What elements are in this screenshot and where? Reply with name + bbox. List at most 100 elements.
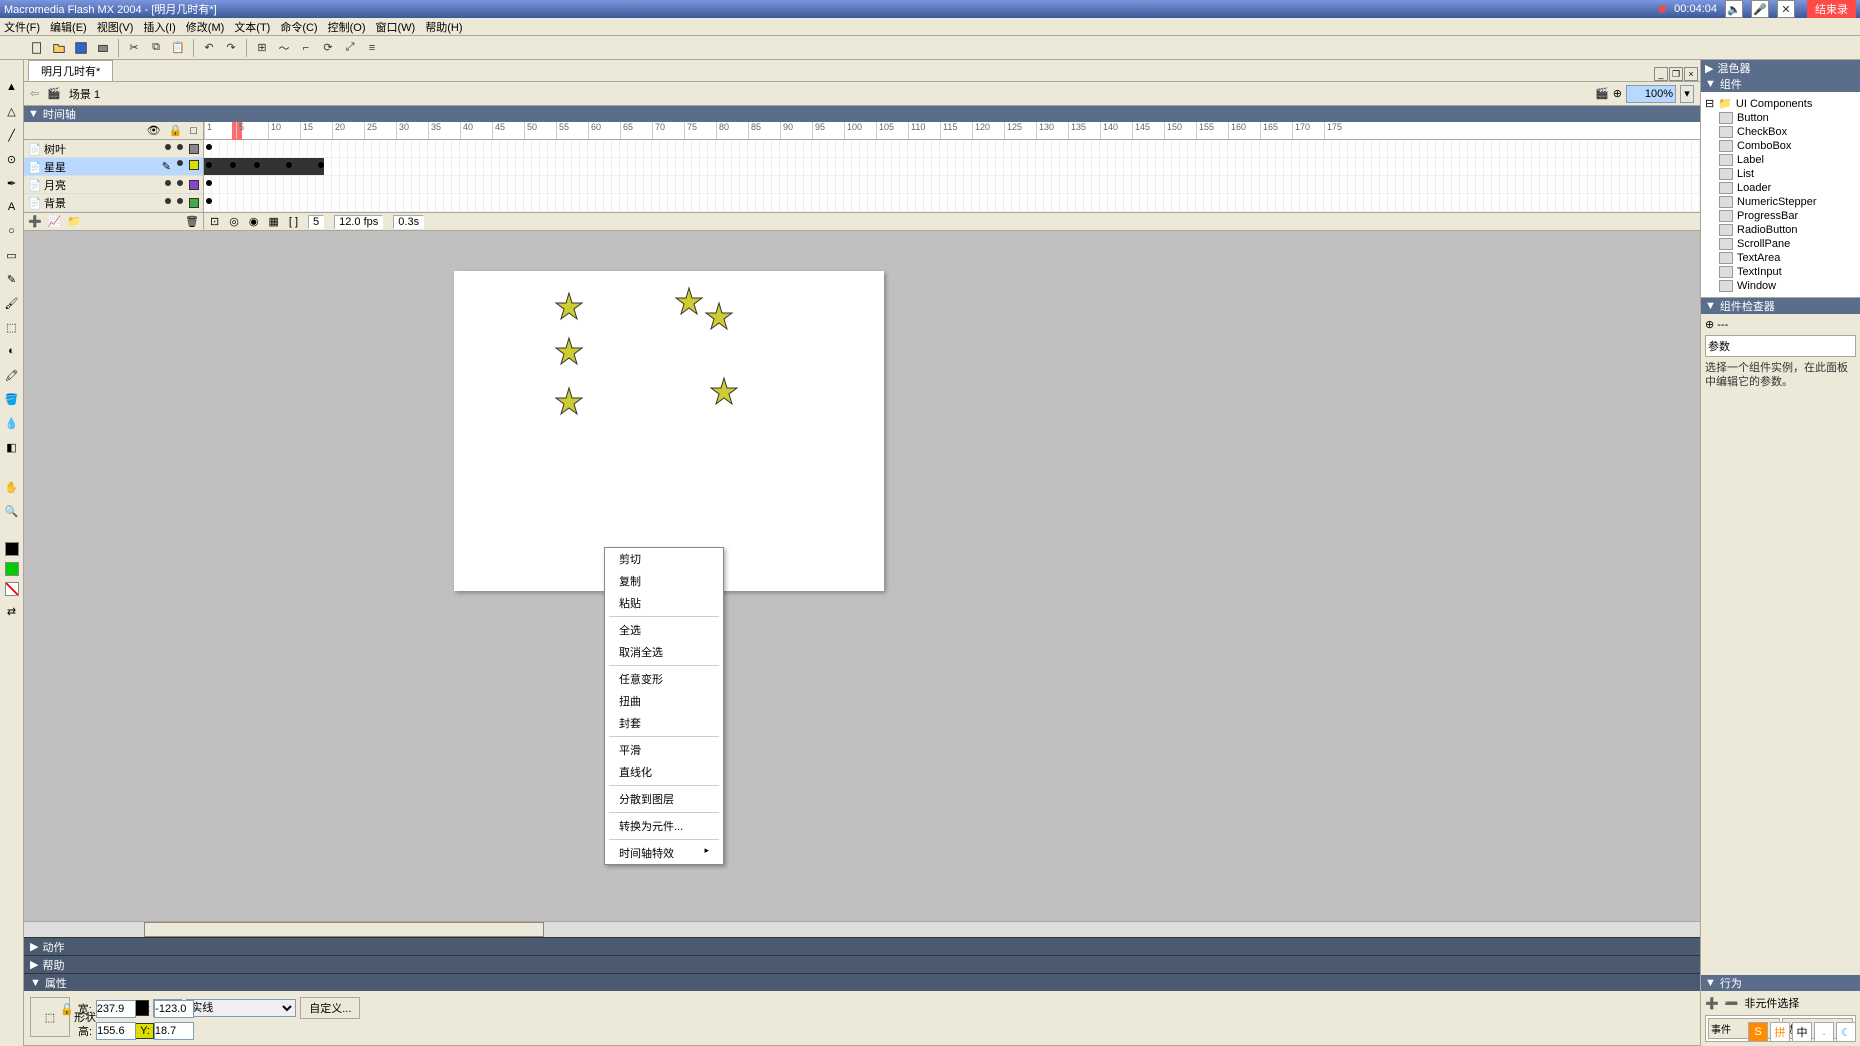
frame-track[interactable]	[204, 194, 1700, 212]
actions-panel-header[interactable]: ▶动作	[24, 937, 1700, 955]
ime-lang-button[interactable]: 中	[1792, 1022, 1812, 1042]
ctx-envelope[interactable]: 封套	[605, 712, 723, 734]
frame-track[interactable]	[204, 140, 1700, 158]
paint-bucket-tool-icon[interactable]: 🪣	[3, 390, 21, 408]
subselection-tool-icon[interactable]: △	[3, 102, 21, 120]
timeline-ruler[interactable]: 1510152025303540455055606570758085909510…	[204, 122, 1700, 140]
ctx-smooth[interactable]: 平滑	[605, 739, 723, 761]
ctx-deselect-all[interactable]: 取消全选	[605, 641, 723, 663]
component-item[interactable]: NumericStepper	[1705, 195, 1856, 209]
ime-shape-button[interactable]: ☾	[1836, 1022, 1856, 1042]
ctx-copy[interactable]: 复制	[605, 570, 723, 592]
component-item[interactable]: Loader	[1705, 181, 1856, 195]
onion-skin-outlines-icon[interactable]: ◉	[249, 215, 259, 228]
ctx-convert-to-symbol[interactable]: 转换为元件...	[605, 815, 723, 837]
star-shape[interactable]	[554, 386, 584, 416]
component-inspector-panel-header[interactable]: ▼组件检查器	[1701, 298, 1860, 314]
no-color-icon[interactable]	[5, 582, 19, 596]
zoom-dropdown-icon[interactable]: ▾	[1680, 85, 1694, 103]
smooth-icon[interactable]: ～	[275, 39, 293, 57]
stage[interactable]: 剪切 复制 粘贴 全选 取消全选 任意变形 扭曲 封套 平滑 直线化 分散到图层	[24, 231, 1700, 921]
star-shape[interactable]	[674, 286, 704, 316]
lasso-tool-icon[interactable]: ⊙	[3, 150, 21, 168]
frame-track[interactable]	[204, 158, 1700, 176]
doc-minimize-icon[interactable]: _	[1654, 67, 1668, 81]
add-folder-icon[interactable]: 📁	[67, 215, 81, 228]
component-item[interactable]: Label	[1705, 153, 1856, 167]
components-panel-header[interactable]: ▼组件	[1701, 76, 1860, 92]
straighten-icon[interactable]: ⌐	[297, 39, 315, 57]
scene-label[interactable]: 场景 1	[69, 86, 100, 102]
document-tab[interactable]: 明月几时有*	[28, 60, 113, 81]
layer-row[interactable]: 📄 背景	[24, 194, 203, 212]
free-transform-tool-icon[interactable]: ⬚	[3, 318, 21, 336]
menu-help[interactable]: 帮助(H)	[425, 19, 462, 35]
component-item[interactable]: ScrollPane	[1705, 237, 1856, 251]
ink-bottle-tool-icon[interactable]: 🖍	[3, 366, 21, 384]
stroke-color-swatch[interactable]	[5, 542, 19, 556]
center-frame-icon[interactable]: ⊡	[210, 215, 219, 228]
eyedropper-tool-icon[interactable]: 💧	[3, 414, 21, 432]
fill-transform-tool-icon[interactable]: ◐	[3, 342, 21, 360]
remove-behavior-icon[interactable]: ➖	[1725, 997, 1739, 1010]
menu-insert[interactable]: 插入(I)	[143, 19, 175, 35]
print-icon[interactable]	[94, 39, 112, 57]
y-input[interactable]	[154, 1022, 194, 1040]
edit-multiple-frames-icon[interactable]: ▦	[268, 215, 278, 228]
eye-column-icon[interactable]: 👁	[147, 124, 161, 137]
ctx-distribute-to-layers[interactable]: 分散到图层	[605, 788, 723, 810]
cut-icon[interactable]: ✂	[125, 39, 143, 57]
component-item[interactable]: CheckBox	[1705, 125, 1856, 139]
menu-control[interactable]: 控制(O)	[328, 19, 366, 35]
add-behavior-icon[interactable]: ➕	[1705, 997, 1719, 1010]
ctx-straighten[interactable]: 直线化	[605, 761, 723, 783]
fill-color-swatch[interactable]	[5, 562, 19, 576]
star-shape[interactable]	[709, 376, 739, 406]
ctx-distort[interactable]: 扭曲	[605, 690, 723, 712]
menu-view[interactable]: 视图(V)	[97, 19, 134, 35]
delete-layer-icon[interactable]: 🗑	[185, 215, 199, 228]
component-item[interactable]: ProgressBar	[1705, 209, 1856, 223]
component-item[interactable]: List	[1705, 167, 1856, 181]
ctx-select-all[interactable]: 全选	[605, 619, 723, 641]
ime-punct-button[interactable]: .	[1814, 1022, 1834, 1042]
menu-modify[interactable]: 修改(M)	[186, 19, 225, 35]
pen-tool-icon[interactable]: ✒	[3, 174, 21, 192]
end-recording-button[interactable]: 结束录	[1807, 0, 1856, 19]
component-item[interactable]: ComboBox	[1705, 139, 1856, 153]
line-tool-icon[interactable]: ╱	[3, 126, 21, 144]
x-input[interactable]	[154, 1000, 194, 1018]
menu-text[interactable]: 文本(T)	[234, 19, 270, 35]
star-shape[interactable]	[554, 336, 584, 366]
paste-icon[interactable]: 📋	[169, 39, 187, 57]
doc-restore-icon[interactable]: ❐	[1669, 67, 1683, 81]
doc-close-icon[interactable]: ×	[1684, 67, 1698, 81]
timeline-panel-header[interactable]: ▼ 时间轴	[24, 106, 1700, 122]
modify-onion-markers-icon[interactable]: [ ]	[289, 216, 298, 228]
stroke-style-select[interactable]: 实线	[186, 999, 296, 1017]
zoom-tool-icon[interactable]: 🔍	[3, 502, 21, 520]
canvas[interactable]	[454, 271, 884, 591]
edit-symbols-icon[interactable]: ⊕	[1613, 87, 1622, 100]
text-tool-icon[interactable]: A	[3, 198, 21, 216]
ime-mode-button[interactable]: 拼	[1770, 1022, 1790, 1042]
ime-logo-icon[interactable]: S	[1748, 1022, 1768, 1042]
ctx-cut[interactable]: 剪切	[605, 548, 723, 570]
layer-row[interactable]: 📄 月亮	[24, 176, 203, 194]
onion-skin-icon[interactable]: ◎	[229, 215, 239, 228]
titlebar-volume-icon[interactable]: 🔈	[1725, 0, 1743, 18]
back-icon[interactable]: ⇦	[30, 87, 39, 100]
color-mixer-panel-header[interactable]: ▶混色器	[1701, 60, 1860, 76]
lock-aspect-icon[interactable]: 🔓	[60, 1003, 74, 1016]
hand-tool-icon[interactable]: ✋	[3, 478, 21, 496]
layer-row[interactable]: 📄 树叶	[24, 140, 203, 158]
rectangle-tool-icon[interactable]: ▭	[3, 246, 21, 264]
oval-tool-icon[interactable]: ○	[3, 222, 21, 240]
brush-tool-icon[interactable]: 🖌	[3, 294, 21, 312]
inspector-params-tab[interactable]: 参数	[1705, 335, 1856, 357]
help-panel-header[interactable]: ▶帮助	[24, 955, 1700, 973]
ctx-free-transform[interactable]: 任意变形	[605, 668, 723, 690]
component-item[interactable]: Button	[1705, 111, 1856, 125]
snap-icon[interactable]: ⊞	[253, 39, 271, 57]
height-input[interactable]	[96, 1022, 136, 1040]
